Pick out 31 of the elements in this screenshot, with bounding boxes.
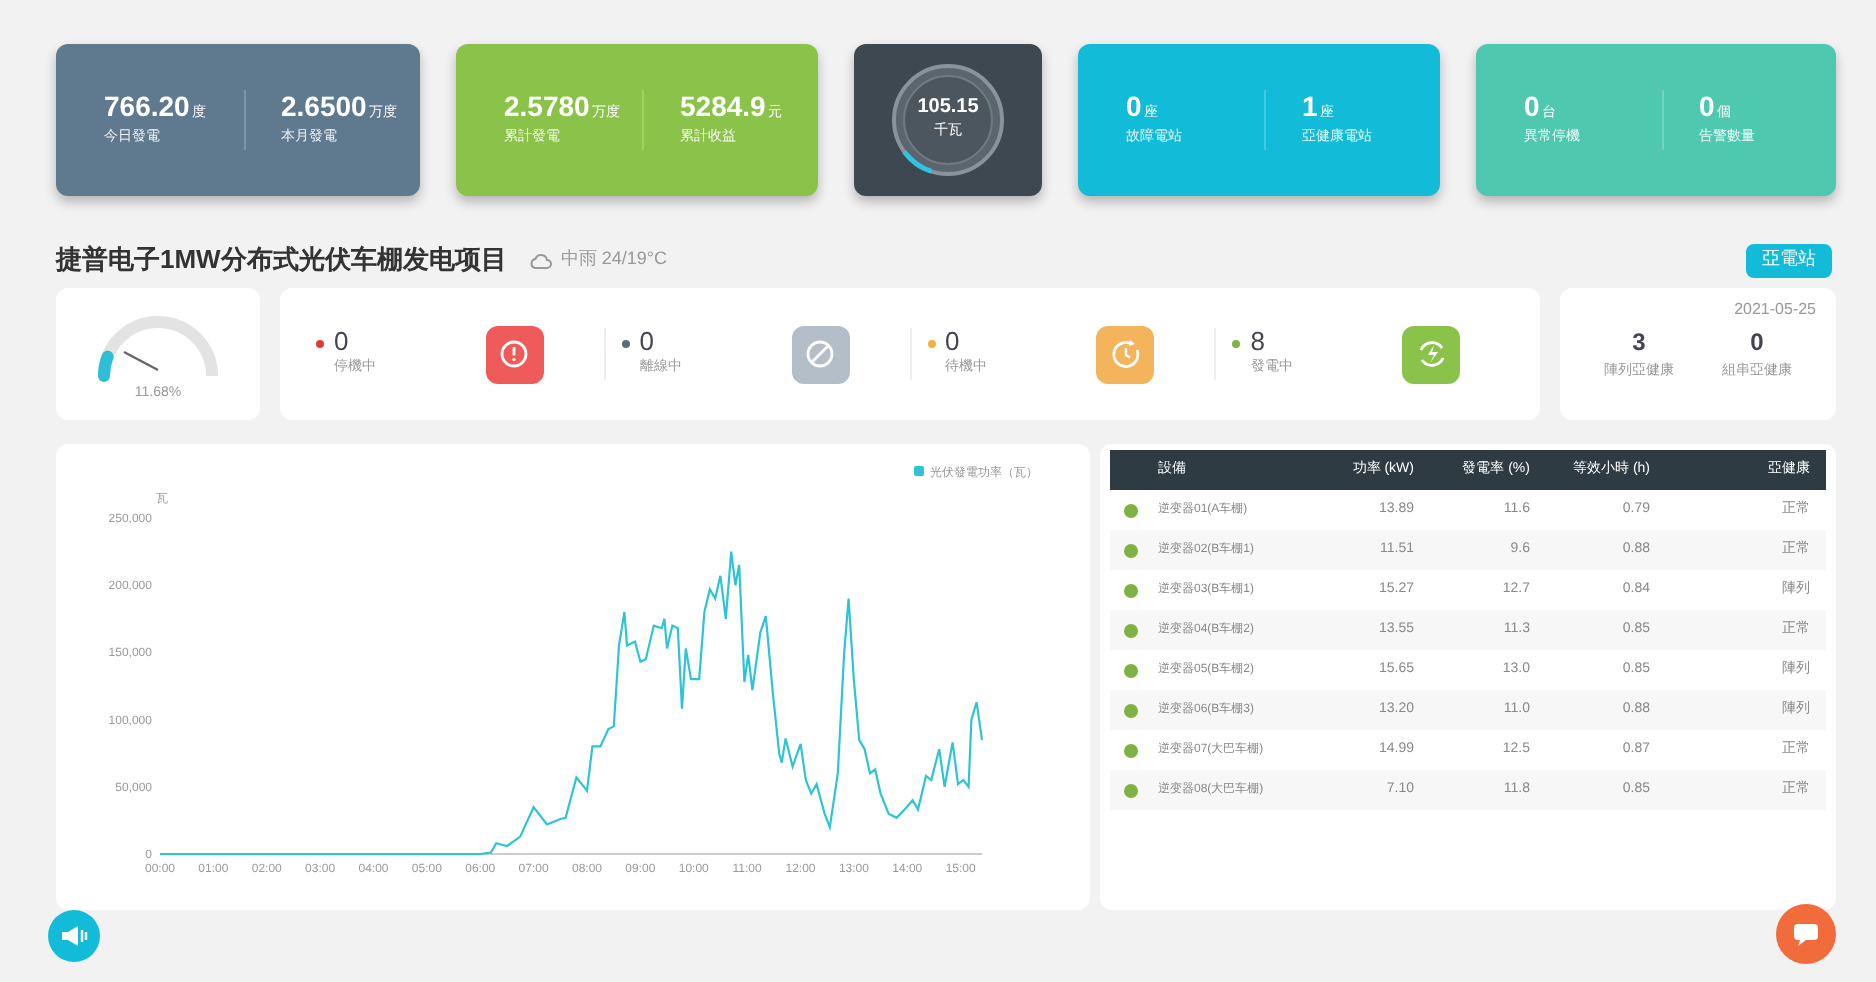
- cloud-icon: [530, 251, 553, 269]
- service-button[interactable]: [1776, 904, 1836, 964]
- stat-value: 2.6500: [281, 91, 367, 119]
- gauge-needle: [123, 349, 159, 371]
- station-button[interactable]: 亞電站: [1746, 243, 1832, 277]
- clock-icon: [1096, 325, 1155, 383]
- speaker-button[interactable]: [48, 910, 100, 962]
- date-text: 2021-05-25: [1734, 298, 1816, 322]
- health-count: 3: [1632, 330, 1646, 354]
- stat-value: 766.20: [104, 91, 190, 119]
- gauge-value: 105.15: [917, 97, 979, 118]
- stat-value: 0: [1699, 91, 1715, 119]
- chat-icon: [1792, 922, 1820, 946]
- bolt-cycle-icon: [1402, 325, 1460, 383]
- stat-value: 0: [1126, 91, 1142, 119]
- stat-value: 1: [1302, 91, 1318, 119]
- stat-value: 0: [1524, 91, 1540, 119]
- prohibited-icon: [791, 325, 849, 383]
- ring-gauge: [888, 60, 1008, 180]
- stat-value: 5284.9: [680, 91, 766, 119]
- health-count: 0: [1750, 330, 1764, 354]
- status-count: 0: [334, 328, 351, 355]
- stat-value: 2.5780: [504, 91, 590, 119]
- weather-text: 中雨 24/19°C: [560, 246, 667, 273]
- status-count: 0: [945, 328, 962, 355]
- project-title: 捷普电子1MW分布式光伏车棚发电项目: [56, 242, 507, 279]
- status-count: 8: [1250, 328, 1267, 355]
- legend-swatch: [914, 466, 924, 476]
- status-count: 0: [639, 328, 656, 355]
- speaker-icon: [60, 924, 88, 948]
- alert-icon: [485, 325, 544, 383]
